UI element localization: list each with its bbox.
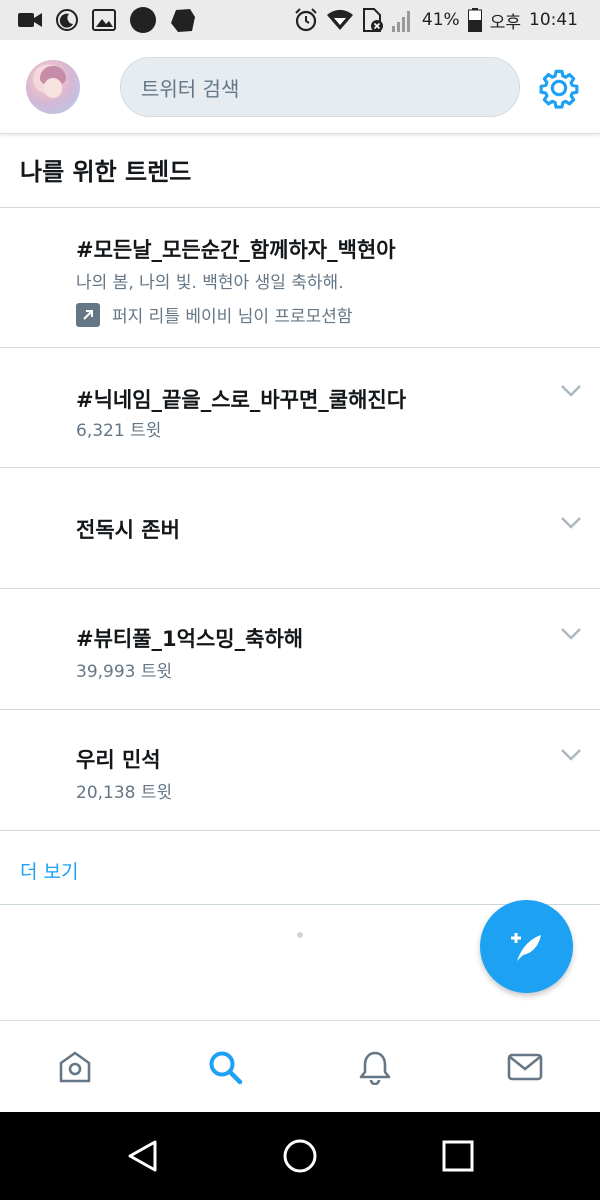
recents-icon[interactable] [438,1136,478,1176]
trend-name: #모든날_모든순간_함께하자_백현아 [76,238,396,262]
chevron-down-icon[interactable] [560,748,582,762]
time-ampm: 오후 [489,12,521,33]
trend-name: #닉네임_끝을_스로_바꾸면_쿨해진다 [76,388,407,412]
battery-percent: 41% [421,10,460,30]
search-icon[interactable] [207,1049,243,1085]
trend-name: 우리 민석 [76,748,161,772]
bell-icon[interactable] [357,1049,393,1085]
signal-icon [391,8,414,32]
chevron-down-icon[interactable] [560,516,582,530]
promoted-label: 퍼지 리틀 베이비 님이 프로모션함 [76,302,353,327]
moon-icon [56,9,78,31]
battery-icon [467,8,482,32]
trend-tweet-count: 6,321 트윗 [76,421,162,441]
image-icon [92,9,116,31]
alarm-icon [294,8,318,32]
top-bar: 트위터 검색 [0,40,600,134]
home-circle-icon[interactable] [280,1136,320,1176]
mail-icon[interactable] [507,1049,543,1085]
divider [0,830,600,831]
avatar-face [44,78,62,98]
trend-item-2[interactable]: #닉네임_끝을_스로_바꾸면_쿨해진다 6,321 트윗 [0,348,600,467]
avatar[interactable] [26,60,80,114]
compose-feather-icon [510,932,541,961]
search-input[interactable]: 트위터 검색 [120,57,520,117]
page-indicator-dot [297,932,303,938]
compose-tweet-button[interactable] [480,900,573,993]
blob-icon [170,7,196,33]
chevron-down-icon[interactable] [560,384,582,398]
trend-tweet-count: 39,993 트윗 [76,662,173,682]
status-bar: 41% 오후 10:41 [0,0,600,40]
trend-tweet-count: 20,138 트윗 [76,783,173,803]
trend-item-5[interactable]: 우리 민석 20,138 트윗 [0,710,600,830]
trend-item-1[interactable]: #모든날_모든순간_함께하자_백현아 나의 봄, 나의 빛. 백현아 생일 축하… [0,208,600,347]
system-nav-bar [0,1112,600,1200]
trend-name: #뷰티풀_1억스밍_축하해 [76,627,304,651]
trend-name: 전독시 존버 [76,518,180,542]
promoted-icon [76,302,100,327]
bottom-tab-bar [0,1020,600,1112]
gear-icon[interactable] [538,67,580,109]
promoted-text: 퍼지 리틀 베이비 님이 프로모션함 [112,307,353,327]
trend-description: 나의 봄, 나의 빛. 백현아 생일 축하해. [76,273,344,293]
show-more-link[interactable]: 더 보기 [20,857,78,884]
home-icon[interactable] [57,1049,93,1085]
back-icon[interactable] [122,1136,162,1176]
sim-off-icon [362,7,384,33]
trend-item-3[interactable]: 전독시 존버 [0,468,600,588]
circle-icon [130,7,156,33]
chevron-down-icon[interactable] [560,627,582,641]
clock-time: 10:41 [529,10,578,30]
trends-title: 나를 위한 트렌드 [20,158,192,186]
video-icon [18,12,42,28]
wifi-icon [326,9,354,31]
search-placeholder: 트위터 검색 [141,76,240,101]
trend-item-4[interactable]: #뷰티풀_1억스밍_축하해 39,993 트윗 [0,589,600,709]
